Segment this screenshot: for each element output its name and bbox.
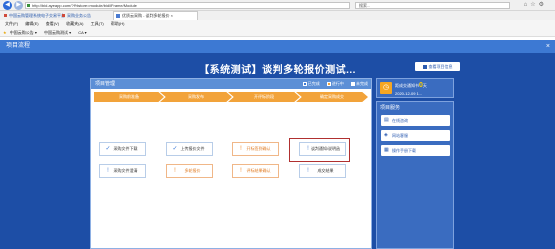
card-label: 开标签到确认 [246, 146, 271, 151]
favorite-item[interactable]: CA ▾ [78, 30, 86, 35]
site-icon [27, 4, 30, 7]
legend-pending-icon [351, 82, 355, 86]
menu-help[interactable]: 帮助(H) [111, 21, 125, 26]
menu-favorites[interactable]: 收藏夹(A) [66, 21, 83, 26]
tab-label: 中国云购管理系统电子交易平台 [9, 13, 65, 18]
shield-icon: ◈ [384, 132, 388, 138]
notice-prefix: 距成交通知书 [395, 83, 419, 88]
card-doc-clarification[interactable]: ! 采购文件澄清 [99, 164, 146, 178]
step-2[interactable]: 采购发布 [160, 92, 232, 102]
alert-icon: ! [240, 168, 242, 174]
favicon-icon [4, 14, 7, 17]
main-area: 【系统测试】谈判多轮报价测试... 查看项目信息 项目管理 已完成 进行中 未完… [0, 53, 555, 249]
dialog-header: 项目流程 × [0, 40, 555, 53]
favorites-star-icon[interactable]: ★ [3, 30, 7, 35]
highlight-box [289, 138, 350, 162]
alert-icon: ! [240, 146, 242, 152]
legend-label: 未完成 [356, 81, 368, 86]
button-label: 操作手册下载 [392, 148, 416, 153]
notice-date: 2020-12-09 1... [395, 91, 423, 96]
side-panel: ◷ 距成交通知书0天 2020-12-09 1... 项目服务 ▤ 在线咨询 ◈ 网… [376, 78, 454, 249]
menu-edit[interactable]: 编辑(E) [25, 21, 38, 26]
alert-icon: ! [307, 168, 309, 174]
site-support-button[interactable]: ◈ 网站客服 [381, 130, 450, 141]
dialog-title: 项目流程 [6, 43, 31, 49]
menu-tools[interactable]: 工具(T) [91, 21, 104, 26]
button-label: 查看项目信息 [428, 64, 453, 69]
legend-label: 已完成 [307, 81, 320, 86]
menu-view[interactable]: 查看(V) [46, 21, 59, 26]
document-icon [422, 65, 427, 69]
card-opening-signin[interactable]: ! 开标签到确认 [232, 142, 279, 156]
card-label: 多轮报价 [184, 168, 201, 173]
legend-progress-icon [326, 82, 331, 86]
clock-icon: ◷ [380, 82, 392, 94]
card-label: 采购文件下载 [113, 146, 138, 151]
status-legend: 已完成 进行中 未完成 [297, 79, 368, 89]
button-label: 在线咨询 [392, 118, 408, 123]
project-panel: 项目管理 已完成 进行中 未完成 采购前准备 采购发布 开评标阶段 确定采购成交… [90, 78, 372, 249]
close-icon[interactable]: × [546, 40, 550, 53]
tab-other-2[interactable]: 采购业务公告 [62, 13, 91, 19]
button-label: 网站客服 [392, 133, 408, 138]
card-upload-quote[interactable]: ✓ 上传报价文件 [166, 142, 213, 156]
manual-download-button[interactable]: ▦ 操作手册下载 [381, 145, 450, 156]
legend-label: 进行中 [331, 81, 344, 86]
card-eval-confirm[interactable]: ! 评标结果确认 [232, 164, 279, 178]
address-text: http://bid.ayeapp.com/?f%store=module/bi… [32, 3, 137, 8]
back-icon[interactable]: ◀ [3, 1, 12, 10]
favorite-item[interactable]: 中国云购测试 ▾ [44, 30, 71, 35]
card-multi-round-quote[interactable]: ! 多轮报价 [166, 164, 213, 178]
project-panel-header: 项目管理 已完成 进行中 未完成 [91, 79, 371, 89]
step-4[interactable]: 确定采购成交 [296, 92, 368, 102]
tab-other-1[interactable]: 中国云购管理系统电子交易平台 [4, 13, 65, 19]
browser-tabs: 中国云购管理系统电子交易平台 采购业务公告 [0, 11, 555, 20]
browser-search-input[interactable]: 搜索... [355, 2, 510, 9]
progress-steps: 采购前准备 采购发布 开评标阶段 确定采购成交 [94, 92, 368, 102]
menu-file[interactable]: 文件(F) [5, 21, 18, 26]
tab-label: 采购业务公告 [67, 13, 91, 18]
card-deal-result[interactable]: ! 成交结果 [299, 164, 346, 178]
tab-label: 优质云采购 - 谈判多轮报价 × [122, 13, 174, 18]
favorites-bar: ★ 中国云购公告 ▾ 中国云购测试 ▾ CA ▾ [0, 28, 555, 37]
favicon-icon [62, 14, 65, 17]
step-3[interactable]: 开评标阶段 [228, 92, 300, 102]
online-consult-button[interactable]: ▤ 在线咨询 [381, 115, 450, 126]
legend-done-icon [302, 82, 307, 86]
page-title: 【系统测试】谈判多轮报价测试... [199, 65, 356, 76]
panel-title: 项目管理 [95, 81, 116, 87]
notice-suffix: 天 [422, 83, 427, 88]
card-label: 评标结果确认 [246, 168, 271, 173]
notice-countdown: 距成交通知书0天 [395, 82, 427, 89]
card-label: 上传报价文件 [180, 146, 205, 151]
favorite-item[interactable]: 中国云购公告 ▾ [10, 30, 37, 35]
services-panel: 项目服务 ▤ 在线咨询 ◈ 网站客服 ▦ 操作手册下载 [376, 101, 454, 249]
forward-icon[interactable]: ▶ [14, 1, 23, 10]
services-title: 项目服务 [380, 105, 401, 111]
tab-active[interactable]: 优质云采购 - 谈判多轮报价 × [113, 11, 198, 20]
browser-menu-bar: 文件(F) 编辑(E) 查看(V) 收藏夹(A) 工具(T) 帮助(H) [0, 20, 555, 28]
browser-toolbar: ◀ ▶ http://bid.ayeapp.com/?f%store=modul… [0, 0, 555, 11]
card-label: 采购文件澄清 [113, 168, 138, 173]
browser-tools-icons[interactable]: ⌂☆⚙ [524, 1, 547, 8]
view-project-button[interactable]: 查看项目信息 [415, 62, 460, 71]
search-placeholder: 搜索... [359, 3, 371, 8]
chat-icon: ▤ [384, 117, 389, 123]
favicon-icon [116, 14, 120, 18]
alert-icon: ! [107, 168, 109, 174]
step-1[interactable]: 采购前准备 [94, 92, 164, 102]
deadline-notice: ◷ 距成交通知书0天 2020-12-09 1... [376, 78, 454, 98]
address-bar[interactable]: http://bid.ayeapp.com/?f%store=module/bi… [25, 2, 350, 9]
book-icon: ▦ [384, 147, 389, 153]
card-download-docs[interactable]: ✓ 采购文件下载 [99, 142, 146, 156]
alert-icon: ! [174, 168, 176, 174]
check-icon: ✓ [172, 146, 178, 152]
check-icon: ✓ [105, 146, 111, 152]
card-label: 成交结果 [317, 168, 334, 173]
